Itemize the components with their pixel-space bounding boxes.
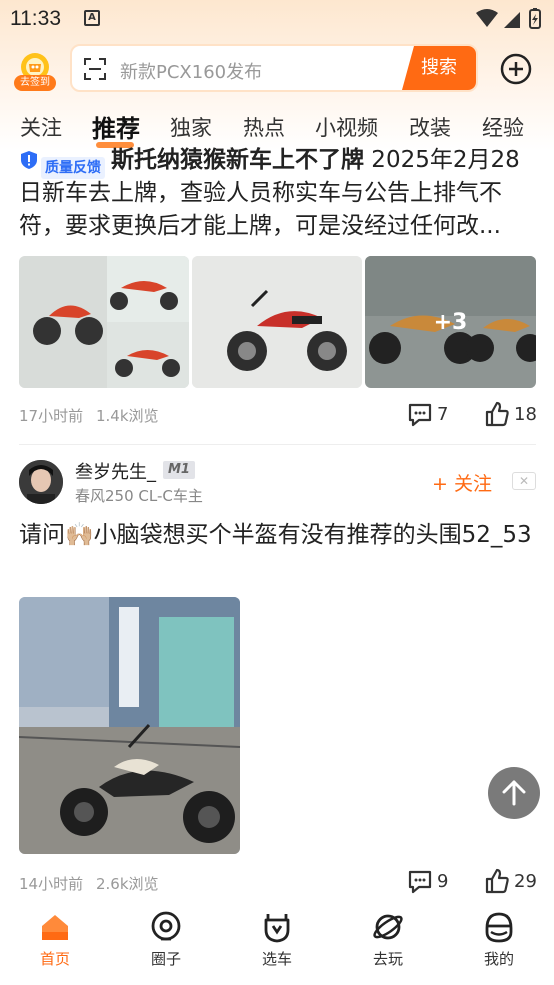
comment-icon[interactable] <box>407 869 433 895</box>
motorcycle-photo-icon <box>192 256 362 388</box>
post1-title: 斯托纳猿猴新车上不了牌 <box>111 147 364 173</box>
tab-modification[interactable]: 改装 <box>409 112 451 142</box>
post2-views: 2.6k浏览 <box>96 875 159 893</box>
checkin-label[interactable]: 去签到 <box>14 75 56 91</box>
avatar[interactable] <box>19 460 63 504</box>
status-time: 11:33 <box>10 7 61 30</box>
avatar-photo-icon <box>19 460 63 504</box>
post2-time: 14小时前 <box>19 875 84 893</box>
post1-content[interactable]: 质量反馈 斯托纳猿猴新车上不了牌 2025年2月28日新车去上牌，查验人员称实车… <box>19 144 539 243</box>
notification-icon: A <box>84 10 100 26</box>
bottom-navigation: 首页 圈子 选车 去玩 我的 <box>0 900 554 985</box>
circle-icon <box>151 911 181 941</box>
post1-time: 17小时前 <box>19 407 84 425</box>
nav-circle-label: 圈子 <box>150 950 181 968</box>
nav-profile-label: 我的 <box>483 950 514 968</box>
home-icon <box>42 915 68 940</box>
quality-feedback-badge: 质量反馈 <box>19 149 105 179</box>
motorcycle-photo-icon <box>19 597 240 854</box>
top-header: 去签到 新款PCX160发布 搜索 <box>0 40 554 98</box>
motorcycle-photo-icon <box>19 256 189 388</box>
more-images-count[interactable]: +3 <box>365 256 536 388</box>
search-bar[interactable]: 新款PCX160发布 搜索 <box>70 44 478 92</box>
back-to-top-button[interactable] <box>488 767 540 819</box>
post2-comment-count: 9 <box>437 871 449 892</box>
shield-icon <box>21 151 37 169</box>
search-input[interactable]: 新款PCX160发布 <box>120 58 262 84</box>
post1-image-1[interactable] <box>19 256 189 388</box>
post1-image-grid: +3 <box>19 256 536 388</box>
nav-home[interactable]: 首页 <box>15 910 95 969</box>
post2-like-count: 29 <box>514 871 537 892</box>
search-button[interactable]: 搜索 <box>402 46 476 90</box>
arrow-up-icon <box>502 780 526 806</box>
tab-experience[interactable]: 经验 <box>482 112 524 142</box>
nav-car-select-label: 选车 <box>261 950 292 968</box>
post1-image-3[interactable]: +3 <box>365 256 536 388</box>
post1-image-2[interactable] <box>192 256 362 388</box>
post1-like-count: 18 <box>514 404 537 425</box>
tab-follow[interactable]: 关注 <box>20 112 62 142</box>
car-select-icon <box>264 914 290 943</box>
quality-badge-label: 质量反馈 <box>41 157 105 179</box>
tab-exclusive[interactable]: 独家 <box>170 112 212 142</box>
nav-play[interactable]: 去玩 <box>348 910 428 969</box>
nav-circle[interactable]: 圈子 <box>126 910 206 969</box>
profile-icon <box>485 912 513 943</box>
planet-icon <box>373 914 403 940</box>
nav-profile[interactable]: 我的 <box>459 910 539 969</box>
post2-image[interactable] <box>19 597 240 854</box>
status-bar: 11:33 A <box>0 0 554 38</box>
nav-play-label: 去玩 <box>372 950 403 968</box>
system-status-icons <box>476 8 541 29</box>
tab-recommend[interactable]: 推荐 <box>92 109 140 144</box>
post2-username[interactable]: 叁岁先生_ <box>75 458 156 484</box>
category-tabs: 关注 推荐 独家 热点 小视频 改装 经验 <box>0 104 554 148</box>
dismiss-post-button[interactable]: ✕ <box>512 472 536 490</box>
post1-views: 1.4k浏览 <box>96 407 159 425</box>
post2-content[interactable]: 请问🙌🏼小脑袋想买个半盔有没有推荐的头围52_53 <box>19 518 539 552</box>
tab-short-video[interactable]: 小视频 <box>315 112 378 142</box>
post2-user-vehicle: 春风250 CL-C车主 <box>75 487 203 505</box>
nav-home-label: 首页 <box>39 950 70 968</box>
scan-icon[interactable] <box>84 58 106 80</box>
user-level-badge: M1 <box>163 461 195 479</box>
like-icon[interactable] <box>484 401 510 427</box>
add-post-icon[interactable] <box>500 53 532 85</box>
tab-hot[interactable]: 热点 <box>243 112 285 142</box>
like-icon[interactable] <box>484 868 510 894</box>
follow-button[interactable]: + 关注 <box>432 469 492 496</box>
nav-car-select[interactable]: 选车 <box>237 910 317 969</box>
comment-icon[interactable] <box>407 402 433 428</box>
post1-comment-count: 7 <box>437 404 449 425</box>
post-divider <box>19 444 536 445</box>
